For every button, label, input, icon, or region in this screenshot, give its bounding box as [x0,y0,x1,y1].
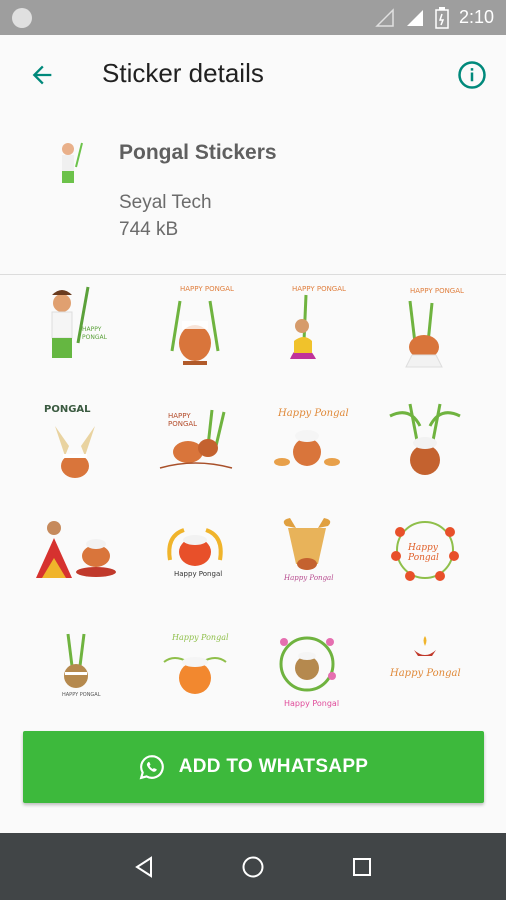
svg-text:Pongal: Pongal [407,553,439,563]
svg-text:HAPPY PONGAL: HAPPY PONGAL [62,692,101,698]
svg-text:HAPPY PONGAL: HAPPY PONGAL [410,287,464,295]
square-recents-icon [352,857,371,876]
sticker-15[interactable]: Happy Pongal [262,626,352,716]
sticker-3[interactable]: HAPPY PONGAL [262,281,352,371]
sticker-grid: HAPPY PONGAL HAPPY PONGAL HAPPY PONGAL HA… [0,276,506,716]
sticker-10[interactable]: Happy Pongal [150,510,240,600]
system-nav-bar [0,833,506,900]
back-button[interactable] [22,55,62,95]
notification-dot-icon [12,7,32,28]
add-to-whatsapp-button[interactable]: ADD TO WHATSAPP [23,731,484,803]
svg-text:PONGAL: PONGAL [44,404,91,415]
svg-text:HAPPY: HAPPY [168,412,191,420]
whatsapp-icon [139,755,164,780]
page-title: Sticker details [102,58,264,88]
sticker-1[interactable]: HAPPYPONGAL [22,281,112,371]
sticker-8[interactable] [380,396,470,486]
sticker-6[interactable]: HAPPYPONGAL [150,396,240,486]
pack-size: 744 kB [119,219,179,240]
sticker-5[interactable]: PONGAL [30,396,120,486]
svg-text:Happy Pongal: Happy Pongal [389,668,461,679]
sticker-14[interactable]: Happy Pongal [150,626,240,716]
nav-recents-button[interactable] [342,847,382,887]
svg-text:PONGAL: PONGAL [168,420,197,428]
svg-text:Happy Pongal: Happy Pongal [277,408,349,419]
sticker-caption: HAPPY PONGAL [180,285,234,293]
add-to-whatsapp-label: ADD TO WHATSAPP [178,756,369,777]
sticker-13[interactable]: HAPPY PONGAL [32,626,122,716]
arrow-back-icon [32,65,52,85]
status-time: 2:10 [458,7,494,27]
pack-publisher: Seyal Tech [119,192,212,213]
battery-icon [435,6,449,29]
circle-home-icon [242,856,264,877]
svg-text:HAPPY PONGAL: HAPPY PONGAL [292,285,346,293]
signal-empty-icon [375,7,394,27]
sticker-4[interactable]: HAPPY PONGAL [380,281,470,371]
svg-text:HAPPY: HAPPY [82,326,102,333]
sticker-7[interactable]: Happy Pongal [262,396,352,486]
info-icon [458,61,486,89]
sticker-16[interactable]: Happy Pongal [380,626,470,716]
info-button[interactable] [452,55,492,95]
sticker-12[interactable]: HappyPongal [380,510,470,600]
pack-thumbnail [62,142,83,183]
signal-icon [406,9,423,26]
svg-text:Happy Pongal: Happy Pongal [284,699,339,708]
status-bar: 2:10 [0,0,506,35]
pack-name: Pongal Stickers [119,141,277,164]
sticker-11[interactable]: Happy Pongal [262,510,352,600]
svg-text:Happy Pongal: Happy Pongal [174,570,222,578]
sticker-2[interactable]: HAPPY PONGAL [150,281,240,371]
pack-header: Pongal Stickers Seyal Tech 744 kB [0,115,506,275]
nav-back-button[interactable] [124,847,164,887]
nav-home-button[interactable] [233,847,273,887]
svg-text:Happy: Happy [407,543,439,553]
svg-text:Happy Pongal: Happy Pongal [171,633,229,642]
app-bar: Sticker details [0,35,506,115]
svg-text:PONGAL: PONGAL [82,334,108,341]
triangle-back-icon [135,855,153,878]
sticker-9[interactable] [32,510,122,600]
svg-text:Happy Pongal: Happy Pongal [283,574,333,582]
